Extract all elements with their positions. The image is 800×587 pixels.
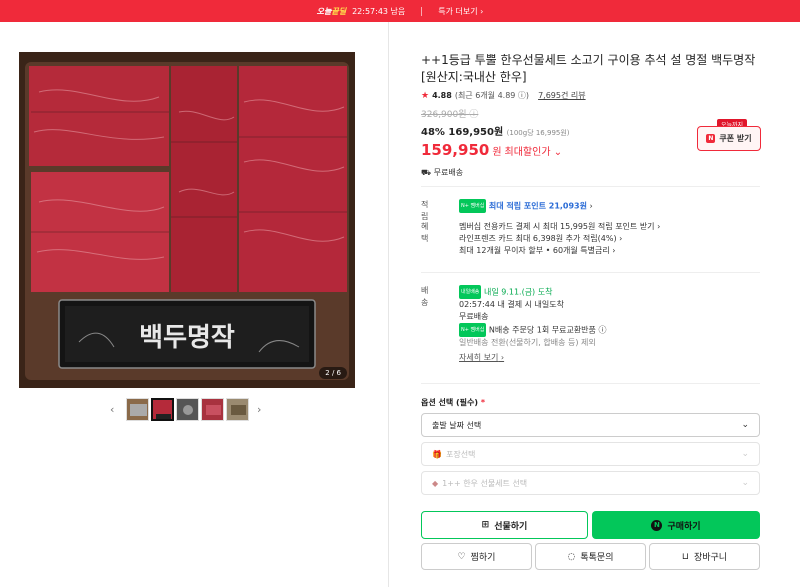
coupon-button[interactable]: N 쿠폰 받기 [697,126,761,151]
option-label: 옵션 선택 (필수) * [421,398,486,407]
tomorrow-delivery-badge: 내일배송 [459,285,482,299]
benefit-list: 멤버십 전용카드 결제 시 최대 15,995원 적립 포인트 받기 › 라인프… [459,221,759,257]
sale-price: 169,950원 [448,127,504,138]
delivery-label: 배송 [421,286,429,307]
image-counter: 2 / 6 [319,367,347,379]
final-price-won: 원 [492,147,502,158]
star-icon: ★ [421,90,430,101]
talktalk-button[interactable]: ◌ 톡톡문의 [535,543,646,570]
gift-icon: 🎁 [432,449,442,459]
chevron-down-icon: ⌄ [741,478,749,488]
packaging-select[interactable]: 🎁 포장선택 ⌄ [421,442,760,466]
arrival-date: 내일 9.11.(금) 도착 [483,287,553,297]
shipping-row: ⛟ 무료배송 [421,168,464,177]
divider [421,186,760,187]
cart-button[interactable]: ⊔ 장바구니 [649,543,760,570]
npay-icon: N [651,519,663,531]
npay-membership-badge: N+ 멤버십 [459,199,487,213]
beef-gift-box-illustration: 백두명작 [19,52,355,388]
info-icon: ⓘ [469,110,479,120]
chevron-down-icon: ⌄ [741,449,749,459]
discount-rate: 48% [421,127,445,138]
delivery-info: 내일배송 내일 9.11.(금) 도착 02:57:44 내 결제 시 내일도착… [459,285,759,364]
benefit-line-2[interactable]: 라인프렌즈 카드 최대 6,398원 추가 적립(4%) › [459,233,759,245]
promo-more-link[interactable]: 특가 더보기 › [438,6,483,17]
return-info: N+ 멤버십 N배송 주문당 1회 무료교환반품 ⓘ [459,323,759,337]
final-price: 159,950 [421,141,490,159]
thumbnail-3[interactable] [176,398,199,421]
delivery-more-link[interactable]: 자세히 보기 › [459,352,759,364]
point-label: 적립 [421,200,429,221]
benefit-line-1[interactable]: 멤버십 전용카드 결제 시 최대 15,995원 적립 포인트 받기 › [459,221,759,233]
divider [421,383,760,384]
rating-score: 4.88 [432,91,452,100]
delivery-note: 일반배송 전환(선물하기, 합배송 등) 제외 [459,338,596,347]
naver-coupon-icon: N [706,134,716,143]
original-price: 326,900원 ⓘ [421,110,479,120]
rating-row: ★ 4.88 (최근 6개월 4.89 ⓘ) 7,695건 리뷰 [421,90,761,101]
gift-button[interactable]: ⊞ 선물하기 [421,511,588,539]
benefit-line-3[interactable]: 최대 12개월 무이자 할부 • 60개월 특별금리 › [459,245,759,257]
thumbnail-5[interactable] [226,398,249,421]
tag-icon: ◆ [432,478,439,488]
truck-icon: ⛟ [421,168,432,177]
cart-icon: ⊔ [681,551,689,562]
gift-box-icon: ⊞ [481,520,490,530]
benefit-label: 혜택 [421,222,429,243]
product-title: ++1등급 투뿔 한우선물세트 소고기 구이용 추석 설 명절 백두명작 [원산… [421,53,756,84]
buy-button[interactable]: N 구매하기 [592,511,760,539]
chat-icon: ◌ [567,551,576,562]
promo-top-bar: 오늘끝딜 22:57:43 남음 특가 더보기 › [0,0,800,22]
npay-membership-badge: N+ 멤버십 [459,323,487,337]
max-discount-toggle[interactable]: 최대할인가 ⌄ [505,143,563,158]
free-shipping: 무료배송 [459,312,489,321]
departure-date-select[interactable]: 출발 날짜 선택 ⌄ [421,413,760,437]
thumbnail-4[interactable] [201,398,224,421]
rating-detail: (최근 6개월 4.89 ⓘ) [454,91,530,100]
column-divider [388,22,389,587]
product-main-image[interactable]: 백두명작 2 / 6 [19,52,355,388]
divider [421,272,760,273]
thumb-next-arrow[interactable]: › [257,403,261,416]
heart-icon: ♡ [457,551,466,562]
cutoff-text: 02:57:44 내 결제 시 내일도착 [459,300,564,309]
point-link[interactable]: N+ 멤버십 최대 적립 포인트 21,093원 › [459,199,759,213]
gift-set-select[interactable]: ◆ 1++ 한우 선물세트 선택 ⌄ [421,471,760,495]
thumbnail-2[interactable] [151,398,174,421]
info-icon: ⓘ [598,325,607,335]
svg-text:백두명작: 백두명작 [139,323,235,353]
review-count-link[interactable]: 7,695건 리뷰 [538,90,586,101]
product-info-panel: ++1등급 투뿔 한우선물세트 소고기 구이용 추석 설 명절 백두명작 [원산… [421,52,761,178]
thumbnail-1[interactable] [126,398,149,421]
unit-price: (100g당 16,995원) [506,129,570,137]
promo-brand: 오늘끝딜 [316,6,347,16]
thumbnail-strip [107,398,249,421]
divider [421,6,423,16]
wish-button[interactable]: ♡ 찜하기 [421,543,532,570]
promo-timer: 22:57:43 남음 [352,6,406,16]
chevron-down-icon: ⌄ [741,420,749,430]
